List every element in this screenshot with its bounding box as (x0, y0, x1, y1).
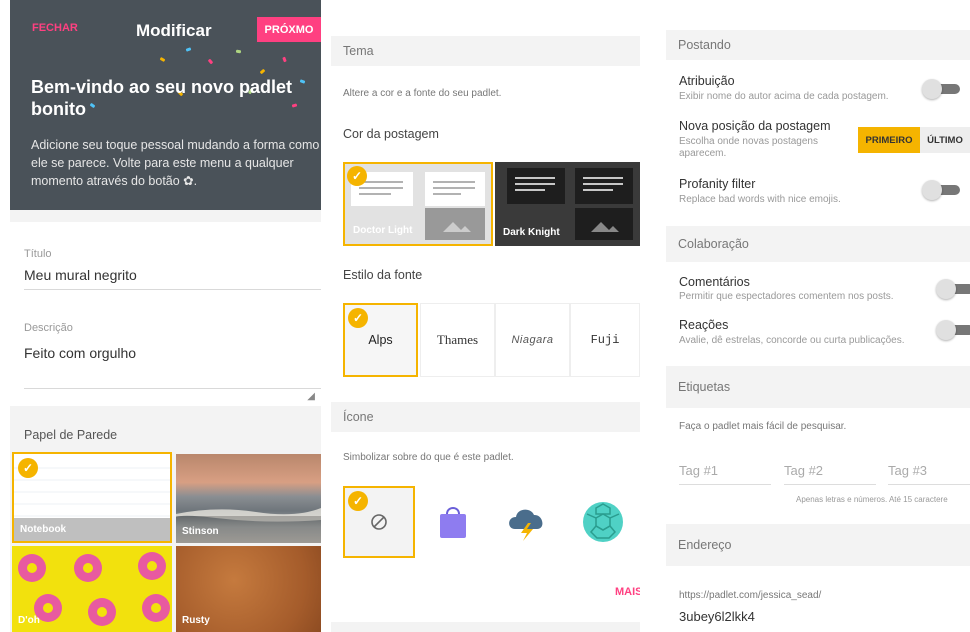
selected-check-icon: ✓ (18, 458, 38, 478)
tags-hint: Apenas letras e números. Até 15 caracter… (796, 495, 948, 504)
welcome-heading: Bem-vindo ao seu novo padlet bonito (31, 77, 293, 119)
wallpaper-name: Notebook (20, 524, 67, 535)
post-color-label: Cor da postagem (343, 127, 439, 141)
tag-underline (784, 484, 876, 485)
attribution-title: Atribuição (679, 74, 735, 88)
font-name: Fuji (590, 333, 620, 347)
resize-handle-icon[interactable]: ◢ (307, 391, 315, 402)
new-post-position-title: Nova posição da postagem (679, 119, 831, 133)
reactions-toggle[interactable] (936, 320, 970, 340)
tag-underline (679, 484, 771, 485)
turtle-shell-icon (583, 502, 623, 542)
close-button[interactable]: FECHAR (32, 22, 78, 34)
confetti-piece (185, 47, 192, 52)
panel-title: Modificar (136, 21, 212, 40)
icon-option-bag[interactable] (417, 486, 489, 558)
selected-check-icon: ✓ (347, 166, 367, 186)
icon-option-storm[interactable] (491, 486, 563, 558)
font-thames[interactable]: Thames (420, 303, 495, 377)
profanity-title: Profanity filter (679, 177, 756, 191)
font-fuji[interactable]: Fuji (570, 303, 640, 377)
selected-check-icon: ✓ (348, 308, 368, 328)
profanity-subtitle: Replace bad words with nice emojis. (679, 194, 841, 205)
attribution-subtitle: Exibir nome do autor acima de cada posta… (679, 91, 889, 102)
post-position-selector[interactable]: PRIMEIRO ÚLTIMO (858, 127, 970, 153)
wallpaper-name: Stinson (182, 526, 219, 537)
address-prefix: https://padlet.com/jessica_sead/ (679, 590, 822, 601)
comments-toggle[interactable] (936, 279, 970, 299)
post-position-first[interactable]: PRIMEIRO (858, 127, 920, 153)
tag-input-3[interactable]: Tag #3 (888, 463, 927, 478)
icon-option-shell[interactable] (567, 486, 639, 558)
address-section-header: Endereço (666, 524, 970, 566)
confetti-piece (259, 68, 266, 75)
top-bar: FECHAR Modificar PRÓXMO (10, 0, 321, 42)
profanity-toggle[interactable] (922, 180, 960, 200)
customize-panel: FECHAR Modificar PRÓXMO Bem-vindo ao seu… (10, 0, 321, 632)
title-field[interactable]: Título Meu mural negrito (10, 222, 321, 300)
confetti-piece (207, 58, 214, 65)
next-button[interactable]: PRÓXMO (257, 17, 321, 42)
reactions-subtitle: Avalie, dê estrelas, concorde ou curta p… (679, 335, 905, 346)
theme-name: Doctor Light (353, 225, 413, 236)
theme-name: Dark Knight (503, 227, 560, 238)
wallpaper-name: Rusty (182, 615, 210, 626)
wallpaper-doh[interactable]: D'oh (12, 546, 172, 632)
posting-section-header: Postando (666, 30, 970, 60)
settings-panel: Postando Atribuição Exibir nome do autor… (666, 0, 970, 632)
title-label: Título (24, 248, 52, 260)
comments-subtitle: Permitir que espectadores comentem nos p… (679, 291, 894, 302)
wallpaper-notebook[interactable]: ✓ Notebook (12, 452, 172, 543)
confetti-piece (235, 49, 242, 54)
font-name: Alps (368, 333, 393, 347)
wallpaper-label: Papel de Parede (24, 428, 118, 442)
collaboration-section-header: Colaboração (666, 226, 970, 262)
divider (24, 388, 321, 389)
icon-option-none[interactable]: ✓ (343, 486, 415, 558)
theme-doctor-light[interactable]: ✓ Doctor Light (343, 162, 493, 246)
confetti-piece (159, 56, 166, 63)
confetti-piece (282, 56, 287, 63)
address-slug-input[interactable]: 3ubey6l2lkk4 (679, 609, 755, 624)
more-icons-button[interactable]: MAIS (615, 586, 640, 598)
wallpaper-stinson[interactable]: Stinson (176, 454, 321, 543)
tags-description: Faça o padlet mais fácil de pesquisar. (679, 421, 847, 432)
none-icon (371, 514, 387, 530)
tags-section-header: Etiquetas (666, 366, 970, 408)
title-input[interactable]: Meu mural negrito (24, 267, 137, 283)
intro-text: Adicione seu toque pessoal mudando a for… (31, 138, 320, 188)
section-divider (331, 622, 640, 632)
appearance-panel: Tema Altere a cor e a fonte do seu padle… (331, 0, 640, 632)
comments-title: Comentários (679, 275, 750, 289)
theme-dark-knight[interactable]: Dark Knight (495, 162, 640, 246)
description-field[interactable]: Descrição Feito com orgulho ◢ (10, 300, 321, 406)
font-alps[interactable]: ✓ Alps (343, 303, 418, 377)
wallpaper-rusty[interactable]: Rusty (176, 546, 321, 632)
new-post-position-subtitle: Escolha onde novas postagens aparecem. (679, 136, 818, 159)
font-name: Thames (436, 332, 479, 347)
font-name: Niagara (511, 334, 554, 346)
theme-description: Altere a cor e a fonte do seu padlet. (343, 88, 502, 99)
selected-check-icon: ✓ (348, 491, 368, 511)
storm-cloud-icon (509, 509, 543, 541)
divider (24, 289, 321, 290)
reactions-title: Reações (679, 318, 729, 332)
icon-section-header: Ícone (331, 402, 640, 432)
description-label: Descrição (24, 322, 73, 334)
font-style-label: Estilo da fonte (343, 268, 423, 282)
theme-section-header: Tema (331, 36, 640, 66)
description-input[interactable]: Feito com orgulho (24, 345, 136, 361)
attribution-toggle[interactable] (922, 79, 960, 99)
welcome-header: FECHAR Modificar PRÓXMO Bem-vindo ao seu… (10, 0, 321, 210)
post-position-last[interactable]: ÚLTIMO (920, 127, 970, 153)
tag-input-1[interactable]: Tag #1 (679, 463, 718, 478)
font-niagara[interactable]: Niagara (495, 303, 570, 377)
icon-description: Simbolizar sobre do que é este padlet. (343, 452, 514, 463)
tag-input-2[interactable]: Tag #2 (784, 463, 823, 478)
tag-underline (888, 484, 970, 485)
shopping-bag-icon (440, 507, 466, 538)
wallpaper-name: D'oh (18, 615, 40, 626)
